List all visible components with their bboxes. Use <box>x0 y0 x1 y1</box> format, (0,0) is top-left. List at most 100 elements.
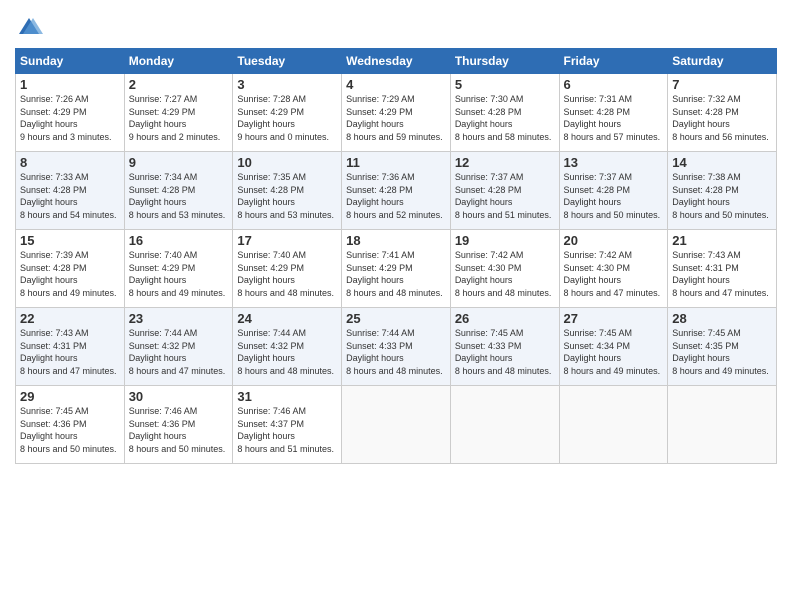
day-info: Sunrise: 7:44 AMSunset: 4:32 PMDaylight … <box>237 327 337 377</box>
logo-icon <box>15 14 43 42</box>
calendar-cell: 16Sunrise: 7:40 AMSunset: 4:29 PMDayligh… <box>124 230 233 308</box>
calendar-cell: 15Sunrise: 7:39 AMSunset: 4:28 PMDayligh… <box>16 230 125 308</box>
day-number: 14 <box>672 155 772 170</box>
calendar-cell: 21Sunrise: 7:43 AMSunset: 4:31 PMDayligh… <box>668 230 777 308</box>
calendar-cell: 27Sunrise: 7:45 AMSunset: 4:34 PMDayligh… <box>559 308 668 386</box>
day-number: 5 <box>455 77 555 92</box>
calendar-cell <box>668 386 777 464</box>
calendar-cell: 4Sunrise: 7:29 AMSunset: 4:29 PMDaylight… <box>342 74 451 152</box>
day-number: 18 <box>346 233 446 248</box>
day-number: 1 <box>20 77 120 92</box>
calendar-cell: 8Sunrise: 7:33 AMSunset: 4:28 PMDaylight… <box>16 152 125 230</box>
day-info: Sunrise: 7:34 AMSunset: 4:28 PMDaylight … <box>129 171 229 221</box>
day-number: 28 <box>672 311 772 326</box>
calendar-cell: 24Sunrise: 7:44 AMSunset: 4:32 PMDayligh… <box>233 308 342 386</box>
calendar-header-monday: Monday <box>124 49 233 74</box>
day-number: 10 <box>237 155 337 170</box>
day-info: Sunrise: 7:39 AMSunset: 4:28 PMDaylight … <box>20 249 120 299</box>
day-info: Sunrise: 7:46 AMSunset: 4:36 PMDaylight … <box>129 405 229 455</box>
day-info: Sunrise: 7:32 AMSunset: 4:28 PMDaylight … <box>672 93 772 143</box>
day-number: 26 <box>455 311 555 326</box>
day-info: Sunrise: 7:29 AMSunset: 4:29 PMDaylight … <box>346 93 446 143</box>
day-number: 19 <box>455 233 555 248</box>
day-number: 3 <box>237 77 337 92</box>
day-number: 20 <box>564 233 664 248</box>
day-info: Sunrise: 7:45 AMSunset: 4:35 PMDaylight … <box>672 327 772 377</box>
day-number: 30 <box>129 389 229 404</box>
calendar-week-5: 29Sunrise: 7:45 AMSunset: 4:36 PMDayligh… <box>16 386 777 464</box>
calendar-cell: 5Sunrise: 7:30 AMSunset: 4:28 PMDaylight… <box>450 74 559 152</box>
calendar-cell: 2Sunrise: 7:27 AMSunset: 4:29 PMDaylight… <box>124 74 233 152</box>
day-number: 8 <box>20 155 120 170</box>
day-info: Sunrise: 7:37 AMSunset: 4:28 PMDaylight … <box>564 171 664 221</box>
day-info: Sunrise: 7:26 AMSunset: 4:29 PMDaylight … <box>20 93 120 143</box>
day-number: 12 <box>455 155 555 170</box>
logo <box>15 14 47 42</box>
day-info: Sunrise: 7:45 AMSunset: 4:33 PMDaylight … <box>455 327 555 377</box>
day-info: Sunrise: 7:43 AMSunset: 4:31 PMDaylight … <box>20 327 120 377</box>
day-info: Sunrise: 7:42 AMSunset: 4:30 PMDaylight … <box>564 249 664 299</box>
calendar-week-3: 15Sunrise: 7:39 AMSunset: 4:28 PMDayligh… <box>16 230 777 308</box>
day-number: 2 <box>129 77 229 92</box>
day-info: Sunrise: 7:42 AMSunset: 4:30 PMDaylight … <box>455 249 555 299</box>
day-info: Sunrise: 7:45 AMSunset: 4:34 PMDaylight … <box>564 327 664 377</box>
calendar-cell: 7Sunrise: 7:32 AMSunset: 4:28 PMDaylight… <box>668 74 777 152</box>
calendar-cell: 3Sunrise: 7:28 AMSunset: 4:29 PMDaylight… <box>233 74 342 152</box>
calendar-cell <box>450 386 559 464</box>
day-number: 4 <box>346 77 446 92</box>
calendar-cell: 9Sunrise: 7:34 AMSunset: 4:28 PMDaylight… <box>124 152 233 230</box>
calendar-cell: 30Sunrise: 7:46 AMSunset: 4:36 PMDayligh… <box>124 386 233 464</box>
calendar-table: SundayMondayTuesdayWednesdayThursdayFrid… <box>15 48 777 464</box>
day-number: 11 <box>346 155 446 170</box>
day-number: 15 <box>20 233 120 248</box>
day-info: Sunrise: 7:46 AMSunset: 4:37 PMDaylight … <box>237 405 337 455</box>
day-info: Sunrise: 7:37 AMSunset: 4:28 PMDaylight … <box>455 171 555 221</box>
day-info: Sunrise: 7:31 AMSunset: 4:28 PMDaylight … <box>564 93 664 143</box>
calendar-week-2: 8Sunrise: 7:33 AMSunset: 4:28 PMDaylight… <box>16 152 777 230</box>
day-info: Sunrise: 7:40 AMSunset: 4:29 PMDaylight … <box>237 249 337 299</box>
day-info: Sunrise: 7:33 AMSunset: 4:28 PMDaylight … <box>20 171 120 221</box>
calendar-cell <box>559 386 668 464</box>
header <box>15 10 777 42</box>
day-info: Sunrise: 7:44 AMSunset: 4:33 PMDaylight … <box>346 327 446 377</box>
day-info: Sunrise: 7:38 AMSunset: 4:28 PMDaylight … <box>672 171 772 221</box>
calendar-week-4: 22Sunrise: 7:43 AMSunset: 4:31 PMDayligh… <box>16 308 777 386</box>
calendar-cell: 12Sunrise: 7:37 AMSunset: 4:28 PMDayligh… <box>450 152 559 230</box>
day-number: 29 <box>20 389 120 404</box>
calendar-cell: 26Sunrise: 7:45 AMSunset: 4:33 PMDayligh… <box>450 308 559 386</box>
calendar-week-1: 1Sunrise: 7:26 AMSunset: 4:29 PMDaylight… <box>16 74 777 152</box>
calendar-cell: 19Sunrise: 7:42 AMSunset: 4:30 PMDayligh… <box>450 230 559 308</box>
day-number: 27 <box>564 311 664 326</box>
day-number: 25 <box>346 311 446 326</box>
day-number: 6 <box>564 77 664 92</box>
page-container: SundayMondayTuesdayWednesdayThursdayFrid… <box>0 0 792 612</box>
day-number: 17 <box>237 233 337 248</box>
calendar-cell: 28Sunrise: 7:45 AMSunset: 4:35 PMDayligh… <box>668 308 777 386</box>
day-info: Sunrise: 7:45 AMSunset: 4:36 PMDaylight … <box>20 405 120 455</box>
calendar-cell <box>342 386 451 464</box>
day-info: Sunrise: 7:30 AMSunset: 4:28 PMDaylight … <box>455 93 555 143</box>
day-info: Sunrise: 7:41 AMSunset: 4:29 PMDaylight … <box>346 249 446 299</box>
calendar-cell: 23Sunrise: 7:44 AMSunset: 4:32 PMDayligh… <box>124 308 233 386</box>
day-number: 31 <box>237 389 337 404</box>
day-number: 7 <box>672 77 772 92</box>
calendar-header-wednesday: Wednesday <box>342 49 451 74</box>
day-number: 23 <box>129 311 229 326</box>
calendar-cell: 25Sunrise: 7:44 AMSunset: 4:33 PMDayligh… <box>342 308 451 386</box>
calendar-header-saturday: Saturday <box>668 49 777 74</box>
calendar-cell: 29Sunrise: 7:45 AMSunset: 4:36 PMDayligh… <box>16 386 125 464</box>
day-number: 22 <box>20 311 120 326</box>
calendar-cell: 11Sunrise: 7:36 AMSunset: 4:28 PMDayligh… <box>342 152 451 230</box>
day-number: 13 <box>564 155 664 170</box>
calendar-cell: 18Sunrise: 7:41 AMSunset: 4:29 PMDayligh… <box>342 230 451 308</box>
day-number: 24 <box>237 311 337 326</box>
day-number: 21 <box>672 233 772 248</box>
day-info: Sunrise: 7:44 AMSunset: 4:32 PMDaylight … <box>129 327 229 377</box>
day-number: 16 <box>129 233 229 248</box>
calendar-header-friday: Friday <box>559 49 668 74</box>
calendar-cell: 1Sunrise: 7:26 AMSunset: 4:29 PMDaylight… <box>16 74 125 152</box>
calendar-cell: 31Sunrise: 7:46 AMSunset: 4:37 PMDayligh… <box>233 386 342 464</box>
calendar-cell: 17Sunrise: 7:40 AMSunset: 4:29 PMDayligh… <box>233 230 342 308</box>
calendar-cell: 13Sunrise: 7:37 AMSunset: 4:28 PMDayligh… <box>559 152 668 230</box>
calendar-cell: 14Sunrise: 7:38 AMSunset: 4:28 PMDayligh… <box>668 152 777 230</box>
